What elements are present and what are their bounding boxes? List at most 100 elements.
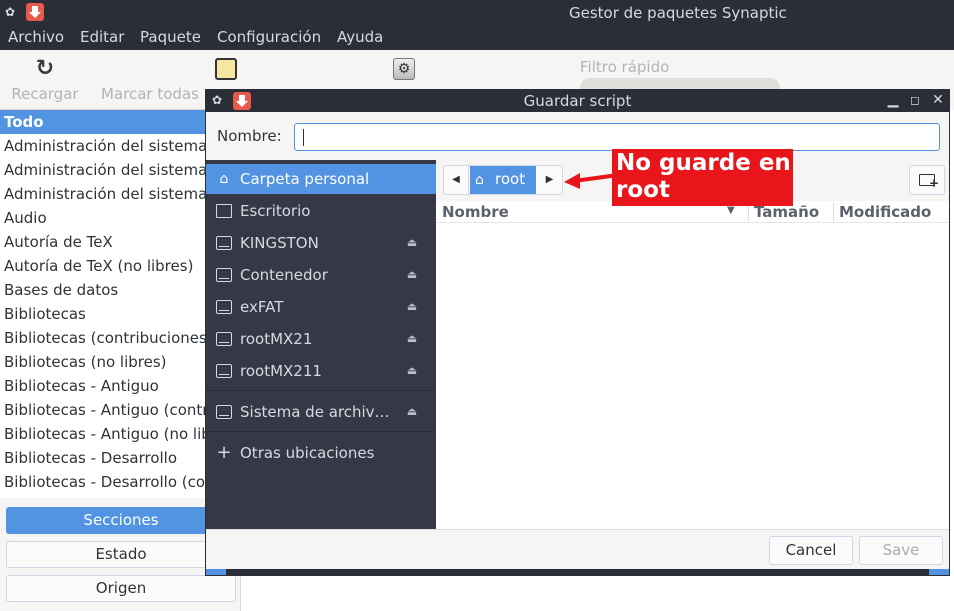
places-separator xyxy=(206,390,436,391)
place-label: Contenedor xyxy=(240,266,328,284)
section-item[interactable]: Autoría de TeX xyxy=(0,230,240,254)
edge-accent xyxy=(206,569,226,575)
place-label: KINGSTON xyxy=(240,234,319,252)
place-home[interactable]: ⌂ Carpeta personal xyxy=(206,164,436,194)
place-other-locations[interactable]: + Otras ubicaciones xyxy=(206,438,436,468)
annotation-note: No guarde en root xyxy=(612,149,793,206)
section-item[interactable]: Bibliotecas - Desarrollo (contribuciones… xyxy=(0,470,240,494)
section-item[interactable]: Bibliotecas - Desarrollo xyxy=(0,446,240,470)
home-icon: ⌂ xyxy=(475,172,484,188)
place-label: Carpeta personal xyxy=(240,170,370,188)
mark-upgrades-icon xyxy=(215,58,237,80)
section-item[interactable]: Bibliotecas - Antiguo xyxy=(0,374,240,398)
place-label: rootMX211 xyxy=(240,362,322,380)
place-desktop[interactable]: Escritorio xyxy=(206,196,436,226)
drive-icon xyxy=(216,364,232,378)
section-item[interactable]: Administración del sistema xyxy=(0,182,240,206)
apply-gears-icon: ⚙ xyxy=(393,58,415,80)
text-cursor xyxy=(303,129,304,146)
path-back-icon[interactable]: ◀ xyxy=(444,166,469,194)
annotation-arrow xyxy=(564,173,619,189)
eject-icon[interactable]: ⏏ xyxy=(405,332,419,346)
places-sidebar: ⌂ Carpeta personal Escritorio KINGSTON ⏏… xyxy=(206,160,436,529)
menu-editar[interactable]: Editar xyxy=(80,28,124,46)
eject-icon[interactable]: ⏏ xyxy=(405,364,419,378)
column-separator xyxy=(833,203,834,221)
place-kingston[interactable]: KINGSTON ⏏ xyxy=(206,228,436,258)
dialog-title: Guardar script xyxy=(523,92,632,110)
drive-icon xyxy=(216,268,232,282)
main-window-title: Gestor de paquetes Synaptic xyxy=(569,4,787,22)
edge-accent xyxy=(929,569,949,575)
drive-icon xyxy=(216,405,232,419)
maximize-icon[interactable]: ◻ xyxy=(906,91,924,109)
menu-ayuda[interactable]: Ayuda xyxy=(337,28,383,46)
plus-icon: + xyxy=(216,442,232,463)
desktop-icon xyxy=(216,204,232,218)
places-separator xyxy=(206,431,436,432)
sections-list: Todo Administración del sistema Administ… xyxy=(0,110,240,498)
menu-paquete[interactable]: Paquete xyxy=(140,28,201,46)
synaptic-app-icon xyxy=(26,3,44,21)
new-folder-button[interactable]: + xyxy=(909,165,945,195)
section-item[interactable]: Todo xyxy=(0,110,240,134)
menubar: Archivo Editar Paquete Configuración Ayu… xyxy=(0,25,954,50)
column-modified[interactable]: Modificado xyxy=(839,203,931,221)
section-item[interactable]: Bibliotecas - Antiguo (no libres) xyxy=(0,422,240,446)
eject-icon[interactable]: ⏏ xyxy=(405,268,419,282)
place-filesystem[interactable]: Sistema de archiv… ⏏ xyxy=(206,397,436,427)
path-crumb-root[interactable]: ⌂ root xyxy=(470,166,536,194)
place-label: Sistema de archiv… xyxy=(240,403,390,421)
place-contenedor[interactable]: Contenedor ⏏ xyxy=(206,260,436,290)
status-filter-button[interactable]: Estado xyxy=(6,541,236,568)
eject-icon[interactable]: ⏏ xyxy=(405,236,419,250)
reload-label: Recargar xyxy=(11,85,79,103)
place-label: Otras ubicaciones xyxy=(240,444,375,462)
eject-icon[interactable]: ⏏ xyxy=(405,405,419,419)
drive-icon xyxy=(216,236,232,250)
section-item[interactable]: Audio xyxy=(0,206,240,230)
sort-descending-icon: ▼ xyxy=(727,205,735,216)
save-button[interactable]: Save xyxy=(859,536,943,565)
menu-archivo[interactable]: Archivo xyxy=(8,28,64,46)
sections-filter-button[interactable]: Secciones xyxy=(6,507,236,534)
section-item[interactable]: Bases de datos xyxy=(0,278,240,302)
section-item[interactable]: Bibliotecas (contribuciones) xyxy=(0,326,240,350)
drive-icon xyxy=(216,332,232,346)
cancel-button[interactable]: Cancel xyxy=(769,536,853,565)
quick-filter-label: Filtro rápido xyxy=(580,58,670,76)
window-menu-icon[interactable]: ✿ xyxy=(3,5,17,19)
minimize-icon[interactable]: ▁ xyxy=(884,91,902,109)
save-script-dialog: ✿ Guardar script ▁ ◻ ✕ Nombre: ⌂ Carpeta… xyxy=(205,89,950,576)
path-bar: ◀ ⌂ root ▶ xyxy=(443,165,563,195)
menu-configuracion[interactable]: Configuración xyxy=(217,28,321,46)
section-item[interactable]: Administración del sistema xyxy=(0,158,240,182)
dialog-bottom-edge xyxy=(206,569,949,575)
drive-icon xyxy=(216,300,232,314)
place-rootmx21[interactable]: rootMX21 ⏏ xyxy=(206,324,436,354)
path-forward-icon[interactable]: ▶ xyxy=(537,166,562,194)
file-list: Nombre ▼ Tamaño Modificado xyxy=(436,201,949,529)
path-crumb-label: root xyxy=(495,170,526,188)
mark-all-upgrades-button[interactable]: Marcar todas xyxy=(96,50,237,108)
eject-icon[interactable]: ⏏ xyxy=(405,300,419,314)
dialog-titlebar: ✿ Guardar script ▁ ◻ ✕ xyxy=(206,90,949,112)
section-item[interactable]: Administración del sistema xyxy=(0,134,240,158)
origin-filter-button[interactable]: Origen xyxy=(6,575,236,602)
annotation-line-2: root xyxy=(616,177,670,203)
place-label: rootMX21 xyxy=(240,330,313,348)
place-label: Escritorio xyxy=(240,202,311,220)
section-item[interactable]: Bibliotecas - Antiguo (contribuciones) xyxy=(0,398,240,422)
close-icon[interactable]: ✕ xyxy=(929,91,947,109)
section-item[interactable]: Bibliotecas (no libres) xyxy=(0,350,240,374)
section-item[interactable]: Autoría de TeX (no libres) xyxy=(0,254,240,278)
filename-label: Nombre: xyxy=(217,127,282,145)
place-rootmx211[interactable]: rootMX211 ⏏ xyxy=(206,356,436,386)
refresh-icon: ↻ xyxy=(35,56,55,81)
plus-icon: + xyxy=(929,176,940,190)
column-name[interactable]: Nombre xyxy=(442,203,509,221)
filename-input[interactable] xyxy=(294,123,940,151)
place-exfat[interactable]: exFAT ⏏ xyxy=(206,292,436,322)
reload-button[interactable]: ↻ Recargar xyxy=(4,50,86,108)
section-item[interactable]: Bibliotecas xyxy=(0,302,240,326)
